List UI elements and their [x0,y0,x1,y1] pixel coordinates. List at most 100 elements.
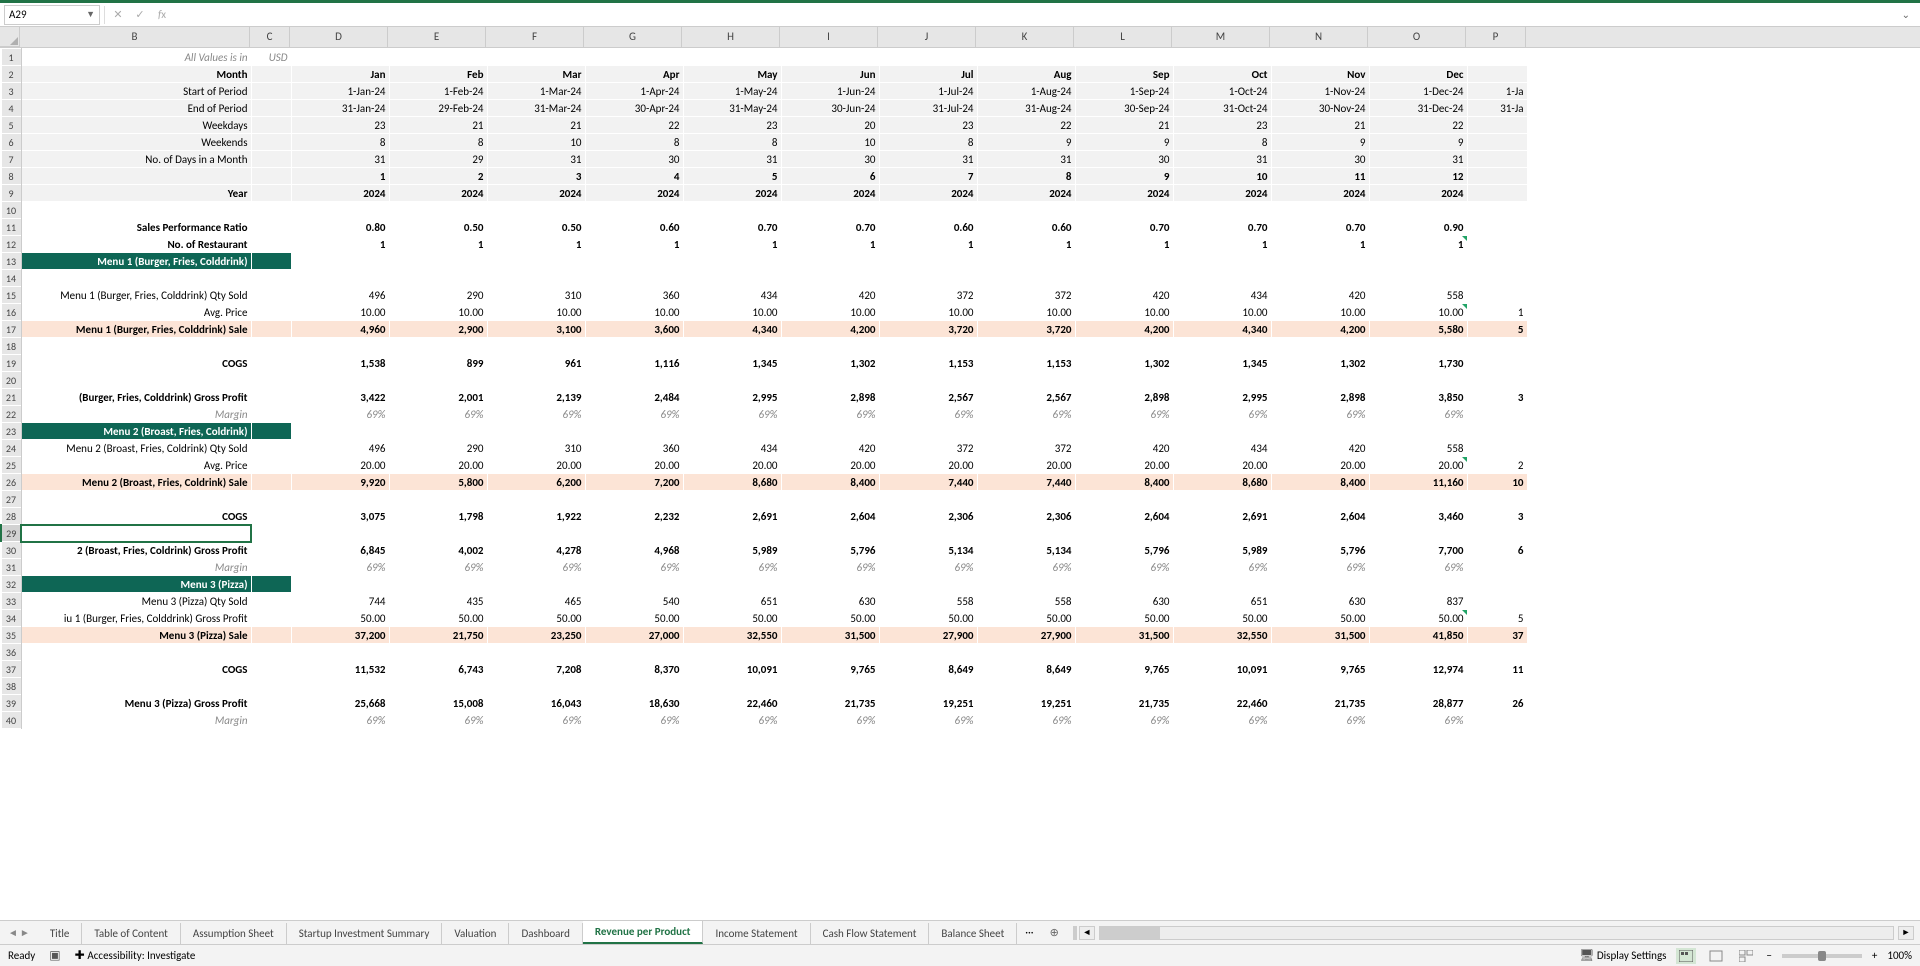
cell-L25[interactable]: 20.00 [1075,457,1173,474]
col-header-F[interactable]: F [486,27,584,47]
cell-E11[interactable]: 0.50 [389,219,487,236]
cell-G4[interactable]: 30-Apr-24 [585,100,683,117]
cell-J18[interactable] [879,338,977,355]
cell-J28[interactable]: 2,306 [879,508,977,525]
row-header-21[interactable]: 21 [1,389,21,406]
fx-icon[interactable]: fx [153,8,171,21]
cell-L33[interactable]: 630 [1075,593,1173,610]
cell-G5[interactable]: 22 [585,117,683,134]
cell-C16[interactable] [251,304,291,321]
cell-M22[interactable]: 69% [1173,406,1271,423]
cell-E14[interactable] [389,270,487,287]
row-header-34[interactable]: 34 [1,610,21,627]
cell-M24[interactable]: 434 [1173,440,1271,457]
zoom-out-icon[interactable]: − [1766,949,1771,962]
cell-H32[interactable] [683,576,781,593]
cell-C10[interactable] [251,202,291,219]
view-page-break-icon[interactable] [1736,948,1756,964]
cell-K21[interactable]: 2,567 [977,389,1075,406]
cell-N19[interactable]: 1,302 [1271,355,1369,372]
cell-B17[interactable]: Menu 1 (Burger, Fries, Colddrink) Sale [21,321,251,338]
cell-N36[interactable] [1271,644,1369,661]
cell-D28[interactable]: 3,075 [291,508,389,525]
cell-O36[interactable] [1369,644,1467,661]
cell-O25[interactable]: 20.00 [1369,457,1467,474]
cell-F36[interactable] [487,644,585,661]
cell-J29[interactable] [879,525,977,542]
cell-P25[interactable]: 2 [1467,457,1527,474]
cell-I32[interactable] [781,576,879,593]
cell-L23[interactable] [1075,423,1173,440]
cell-K2[interactable]: Aug [977,66,1075,83]
cell-C37[interactable] [251,661,291,678]
cell-P38[interactable] [1467,678,1527,695]
cell-L6[interactable]: 9 [1075,134,1173,151]
cell-G8[interactable]: 4 [585,168,683,185]
sheet-tab-startup-investment-summary[interactable]: Startup Investment Summary [287,923,443,944]
cell-D15[interactable]: 496 [291,287,389,304]
cell-G27[interactable] [585,491,683,508]
cell-G1[interactable] [585,49,683,66]
cell-M19[interactable]: 1,345 [1173,355,1271,372]
cell-P8[interactable] [1467,168,1527,185]
cell-B5[interactable]: Weekdays [21,117,251,134]
cell-L15[interactable]: 420 [1075,287,1173,304]
cell-I21[interactable]: 2,898 [781,389,879,406]
cell-J21[interactable]: 2,567 [879,389,977,406]
cell-G10[interactable] [585,202,683,219]
tab-nav-arrows[interactable]: ◄ ► [0,926,38,939]
cell-I35[interactable]: 31,500 [781,627,879,644]
cell-D31[interactable]: 69% [291,559,389,576]
cell-K22[interactable]: 69% [977,406,1075,423]
cell-I14[interactable] [781,270,879,287]
cell-N9[interactable]: 2024 [1271,185,1369,202]
cell-G29[interactable] [585,525,683,542]
cell-F20[interactable] [487,372,585,389]
cell-K25[interactable]: 20.00 [977,457,1075,474]
cell-P16[interactable]: 1 [1467,304,1527,321]
cell-O23[interactable] [1369,423,1467,440]
cell-P33[interactable] [1467,593,1527,610]
cell-M27[interactable] [1173,491,1271,508]
cell-F6[interactable]: 10 [487,134,585,151]
cell-K30[interactable]: 5,134 [977,542,1075,559]
cell-N28[interactable]: 2,604 [1271,508,1369,525]
cell-N32[interactable] [1271,576,1369,593]
cell-G22[interactable]: 69% [585,406,683,423]
cell-K23[interactable] [977,423,1075,440]
cell-N18[interactable] [1271,338,1369,355]
cell-M11[interactable]: 0.70 [1173,219,1271,236]
cell-N29[interactable] [1271,525,1369,542]
cell-C9[interactable] [251,185,291,202]
cell-P5[interactable] [1467,117,1527,134]
cell-M1[interactable] [1173,49,1271,66]
cell-N35[interactable]: 31,500 [1271,627,1369,644]
cell-J2[interactable]: Jul [879,66,977,83]
row-header-3[interactable]: 3 [1,83,21,100]
cell-M25[interactable]: 20.00 [1173,457,1271,474]
col-header-L[interactable]: L [1074,27,1172,47]
cell-K20[interactable] [977,372,1075,389]
cell-M23[interactable] [1173,423,1271,440]
zoom-slider-thumb[interactable] [1818,951,1826,961]
cell-M17[interactable]: 4,340 [1173,321,1271,338]
cell-I5[interactable]: 20 [781,117,879,134]
cell-G15[interactable]: 360 [585,287,683,304]
cell-H17[interactable]: 4,340 [683,321,781,338]
cell-G23[interactable] [585,423,683,440]
cell-G11[interactable]: 0.60 [585,219,683,236]
cell-O13[interactable] [1369,253,1467,270]
cell-I3[interactable]: 1-Jun-24 [781,83,879,100]
cell-B31[interactable]: Margin [21,559,251,576]
cell-K9[interactable]: 2024 [977,185,1075,202]
cell-F15[interactable]: 310 [487,287,585,304]
cell-F39[interactable]: 16,043 [487,695,585,712]
cell-E25[interactable]: 20.00 [389,457,487,474]
row-header-32[interactable]: 32 [1,576,21,593]
cell-H18[interactable] [683,338,781,355]
cell-E7[interactable]: 29 [389,151,487,168]
cell-B1[interactable]: All Values is in [21,49,251,66]
cell-N12[interactable]: 1 [1271,236,1369,253]
sheet-tab-income-statement[interactable]: Income Statement [703,923,810,944]
accessibility-status[interactable]: ✚ Accessibility: Investigate [75,948,196,963]
